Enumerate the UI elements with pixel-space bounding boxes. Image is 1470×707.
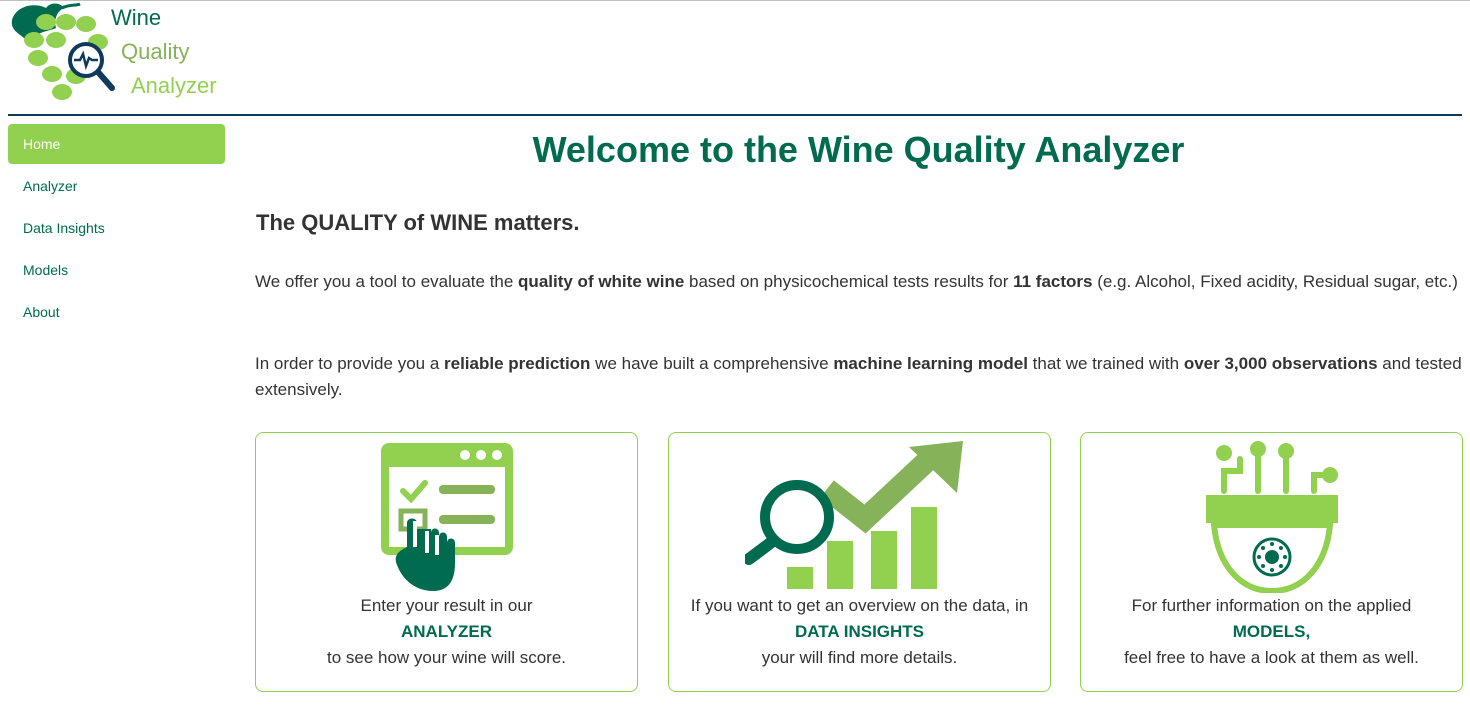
- page-subtitle: The QUALITY of WINE matters.: [256, 210, 580, 235]
- page-title: Welcome to the Wine Quality Analyzer: [532, 129, 1185, 170]
- data-insights-link[interactable]: DATA INSIGHTS: [669, 619, 1050, 645]
- model-paragraph: In order to provide you a reliable predi…: [255, 354, 1462, 399]
- grape-magnifier-logo-icon: [11, 2, 115, 100]
- sidebar-item-about[interactable]: About: [8, 292, 225, 332]
- analyzer-form-icon: [380, 443, 513, 591]
- brand-line-quality: Quality: [121, 39, 190, 64]
- sidebar-item-home[interactable]: Home: [8, 124, 225, 164]
- analyzer-link[interactable]: ANALYZER: [256, 619, 637, 645]
- models-link[interactable]: MODELS,: [1081, 619, 1462, 645]
- header: Wine Quality Analyzer: [0, 0, 1470, 116]
- header-divider: [8, 114, 1462, 116]
- analyzer-card-text: Enter your result in our ANALYZER to see…: [256, 593, 637, 671]
- analyzer-card[interactable]: Enter your result in our ANALYZER to see…: [255, 432, 638, 692]
- brand-line-wine: Wine: [111, 5, 162, 30]
- models-card[interactable]: For further information on the applied M…: [1080, 432, 1463, 692]
- data-insights-card[interactable]: If you want to get an overview on the da…: [668, 432, 1051, 692]
- sidebar-item-data-insights[interactable]: Data Insights: [8, 208, 225, 248]
- data-insights-card-text: If you want to get an overview on the da…: [669, 593, 1050, 671]
- models-chip-icon: [1205, 441, 1338, 593]
- models-card-text: For further information on the applied M…: [1081, 593, 1462, 671]
- intro-paragraph: We offer you a tool to evaluate the qual…: [255, 272, 1458, 291]
- sidebar-item-models[interactable]: Models: [8, 250, 225, 290]
- data-insights-chart-icon: [744, 441, 963, 589]
- sidebar-item-analyzer[interactable]: Analyzer: [8, 166, 225, 206]
- sidebar-nav: Home Analyzer Data Insights Models About: [8, 124, 225, 334]
- brand-line-analyzer: Analyzer: [131, 73, 217, 98]
